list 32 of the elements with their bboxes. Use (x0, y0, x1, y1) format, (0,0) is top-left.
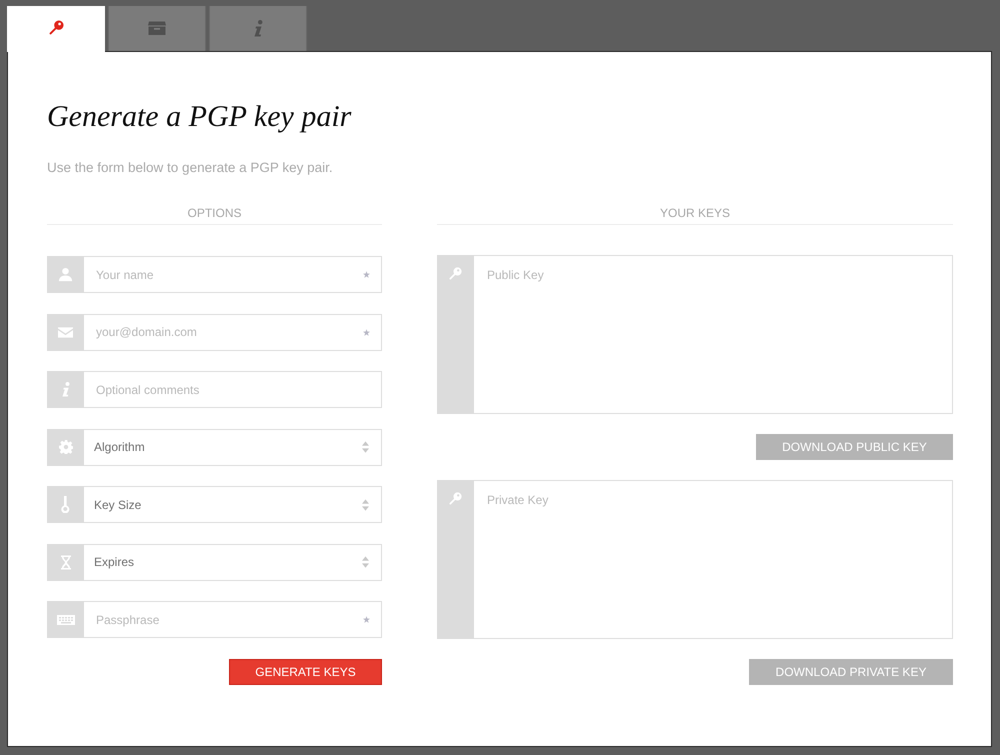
intro-text: Use the form below to generate a PGP key pair. (47, 159, 333, 177)
section-heading: YOUR KEYS (660, 205, 730, 221)
thermometer-icon (47, 486, 84, 523)
key-icon (449, 266, 462, 281)
keyboard-icon (47, 601, 84, 638)
key-icon (48, 20, 64, 34)
up-down-arrows-icon (362, 441, 369, 453)
algorithm-dropdown[interactable]: Algorithm (84, 428, 382, 466)
gear-icon (47, 428, 84, 466)
generate-keys-button[interactable]: GENERATE KEYS (229, 659, 382, 685)
tab[interactable] (209, 6, 307, 51)
info-icon (254, 20, 262, 36)
envelope-icon (47, 314, 84, 350)
up-down-arrows-icon (362, 556, 369, 568)
tab[interactable] (108, 6, 206, 51)
archive-box-icon (148, 21, 166, 35)
up-down-arrows-icon (362, 498, 369, 510)
public-key-textarea[interactable]: Public Key (474, 255, 953, 414)
passphrase-field[interactable]: Passphrase (84, 601, 382, 638)
key-icon (449, 491, 462, 506)
key-size-dropdown[interactable]: Key Size (84, 486, 382, 523)
email-field[interactable]: your@domain.com (84, 314, 382, 350)
tab[interactable] (7, 6, 105, 52)
user-icon (47, 256, 84, 293)
section-heading: OPTIONS (187, 205, 242, 221)
page-title: Generate a PGP key pair (47, 99, 352, 135)
info-icon (47, 371, 84, 408)
comments-field[interactable]: Optional comments (84, 371, 382, 408)
hourglass-icon (47, 544, 84, 580)
name-field[interactable]: Your name (84, 256, 382, 293)
expires-dropdown[interactable]: Expires (84, 544, 382, 580)
private-key-textarea[interactable]: Private Key (474, 480, 953, 639)
